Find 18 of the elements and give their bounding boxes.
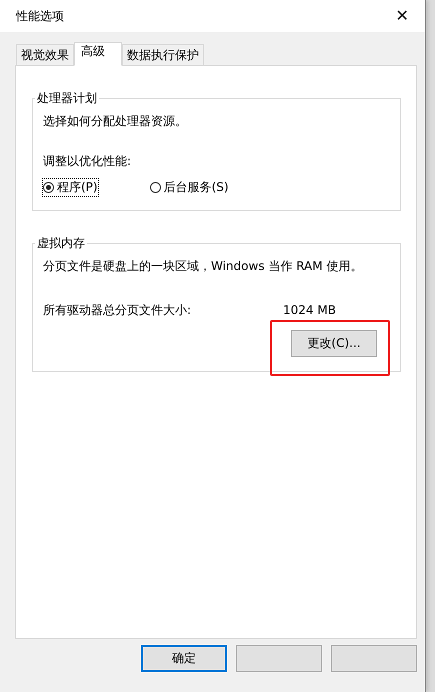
close-button[interactable]: ✕ (379, 0, 425, 32)
radio-option[interactable]: 程序(P) (43, 179, 98, 196)
dialog-button[interactable] (236, 645, 322, 672)
window-title: 性能选项 (16, 8, 64, 24)
size-value: 1024 MB (283, 302, 336, 318)
change-button[interactable]: 更改(C)... (291, 330, 377, 357)
radio-option[interactable]: 后台服务(S) (150, 179, 229, 196)
tab[interactable]: 视觉效果 (16, 44, 74, 66)
description-text: 分页文件是硬盘上的一块区域，Windows 当作 RAM 使用。 (43, 258, 364, 274)
group-title: 虚拟内存 (36, 235, 86, 252)
size-label: 所有驱动器总分页文件大小: (43, 302, 192, 318)
dialog-button[interactable] (331, 645, 417, 672)
tab[interactable]: 数据执行保护 (122, 44, 204, 66)
dialog-button[interactable]: 确定 (141, 645, 227, 672)
description-text: 选择如何分配处理器资源。 (43, 113, 188, 129)
group-title: 处理器计划 (36, 90, 98, 107)
prompt-text: 调整以优化性能: (43, 153, 132, 169)
tab[interactable]: 高级 (74, 42, 122, 66)
